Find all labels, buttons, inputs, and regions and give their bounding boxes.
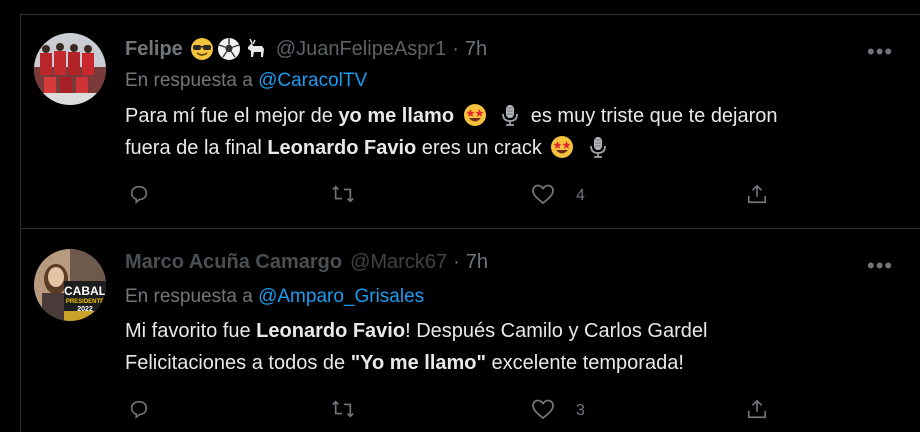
author-name[interactable]: Marco Acuña Camargo <box>125 251 342 274</box>
avatar[interactable] <box>34 33 106 105</box>
microphone-icon <box>590 137 606 158</box>
tweet-text-line-1: Mi favorito fue Leonardo Favio! Después … <box>125 315 707 347</box>
reply-icon[interactable] <box>125 395 153 423</box>
text-segment: Para mí fue el mejor de <box>125 105 339 127</box>
retweet-icon[interactable] <box>329 395 357 423</box>
tweet[interactable]: CABAL PRESIDENTE 2022 Marco Acuña Camarg… <box>20 229 920 432</box>
like-count: 3 <box>576 402 585 419</box>
like-icon[interactable] <box>529 395 557 423</box>
avatar-team-photo-image <box>34 33 106 105</box>
like-count: 4 <box>576 187 585 204</box>
tweet-time[interactable]: 7h <box>465 38 487 61</box>
bold-segment: Leonardo Favio <box>267 137 417 159</box>
reply-context: En respuesta a @Amparo_Grisales <box>125 286 424 308</box>
avatar-caption-2: PRESIDENTE <box>66 299 104 305</box>
tweet-header: Felipe @JuanFelipeAspr1 · 7h <box>125 37 487 61</box>
reply-context: En respuesta a @CaracolTV <box>125 70 367 92</box>
tweet-text: Para mí fue el mejor de yo me llamo es m… <box>125 100 778 164</box>
share-icon[interactable] <box>743 395 771 423</box>
tweet-header: Marco Acuña Camargo @Marck67 · 7h <box>125 251 488 274</box>
avatar-caption-1: CABAL <box>64 284 106 298</box>
reply-prefix: En respuesta a <box>125 286 253 307</box>
avatar-campaign-image: CABAL PRESIDENTE 2022 <box>34 249 106 321</box>
goat-icon <box>247 38 264 57</box>
text-segment: Felicitaciones a todos de <box>125 352 351 374</box>
text-segment: ! Después Camilo y Carlos Gardel <box>405 320 708 342</box>
author-name[interactable]: Felipe <box>125 38 183 61</box>
more-options-icon[interactable]: ••• <box>867 253 893 279</box>
avatar-caption-3: 2022 <box>77 306 93 313</box>
separator-dot: · <box>452 37 459 60</box>
microphone-icon <box>502 105 519 126</box>
reply-mention-link[interactable]: @Amparo_Grisales <box>258 286 424 307</box>
star-struck-face-icon <box>463 104 486 126</box>
tweet-text-line-1: Para mí fue el mejor de yo me llamo es m… <box>125 100 778 132</box>
text-segment: es muy triste que te dejaron <box>530 105 778 127</box>
bold-segment: "Yo me llamo" <box>350 352 486 374</box>
separator-dot: · <box>453 251 460 273</box>
smiling-face-with-sunglasses-icon <box>190 38 213 60</box>
bold-segment: Leonardo Favio <box>256 320 406 342</box>
text-segment: fuera de la final <box>125 137 268 159</box>
text-segment: eres un crack <box>416 137 542 159</box>
tweet-text: Mi favorito fue Leonardo Favio! Después … <box>125 315 707 379</box>
bold-segment: yo me llamo <box>338 105 455 127</box>
reply-icon[interactable] <box>125 180 153 208</box>
author-handle[interactable]: @JuanFelipeAspr1 <box>276 38 446 61</box>
avatar[interactable]: CABAL PRESIDENTE 2022 <box>34 249 106 321</box>
tweet-time[interactable]: 7h <box>466 251 488 274</box>
retweet-icon[interactable] <box>329 180 357 208</box>
text-segment: Mi favorito fue <box>125 320 257 342</box>
soccer-ball-icon <box>217 38 240 60</box>
reply-prefix: En respuesta a <box>125 70 253 91</box>
more-options-icon[interactable]: ••• <box>867 39 893 65</box>
author-handle[interactable]: @Marck67 <box>350 251 447 274</box>
share-icon[interactable] <box>743 180 771 208</box>
reply-mention-link[interactable]: @CaracolTV <box>258 70 367 91</box>
like-icon[interactable] <box>529 180 557 208</box>
tweet[interactable]: Felipe @JuanFelipeAspr1 · 7h ••• En resp… <box>20 15 920 227</box>
text-segment: excelente temporada! <box>485 352 684 374</box>
star-struck-face-icon <box>551 136 574 158</box>
tweet-text-line-2: Felicitaciones a todos de "Yo me llamo" … <box>125 347 707 379</box>
tweet-text-line-2: fuera de la final Leonardo Favio eres un… <box>125 132 778 164</box>
